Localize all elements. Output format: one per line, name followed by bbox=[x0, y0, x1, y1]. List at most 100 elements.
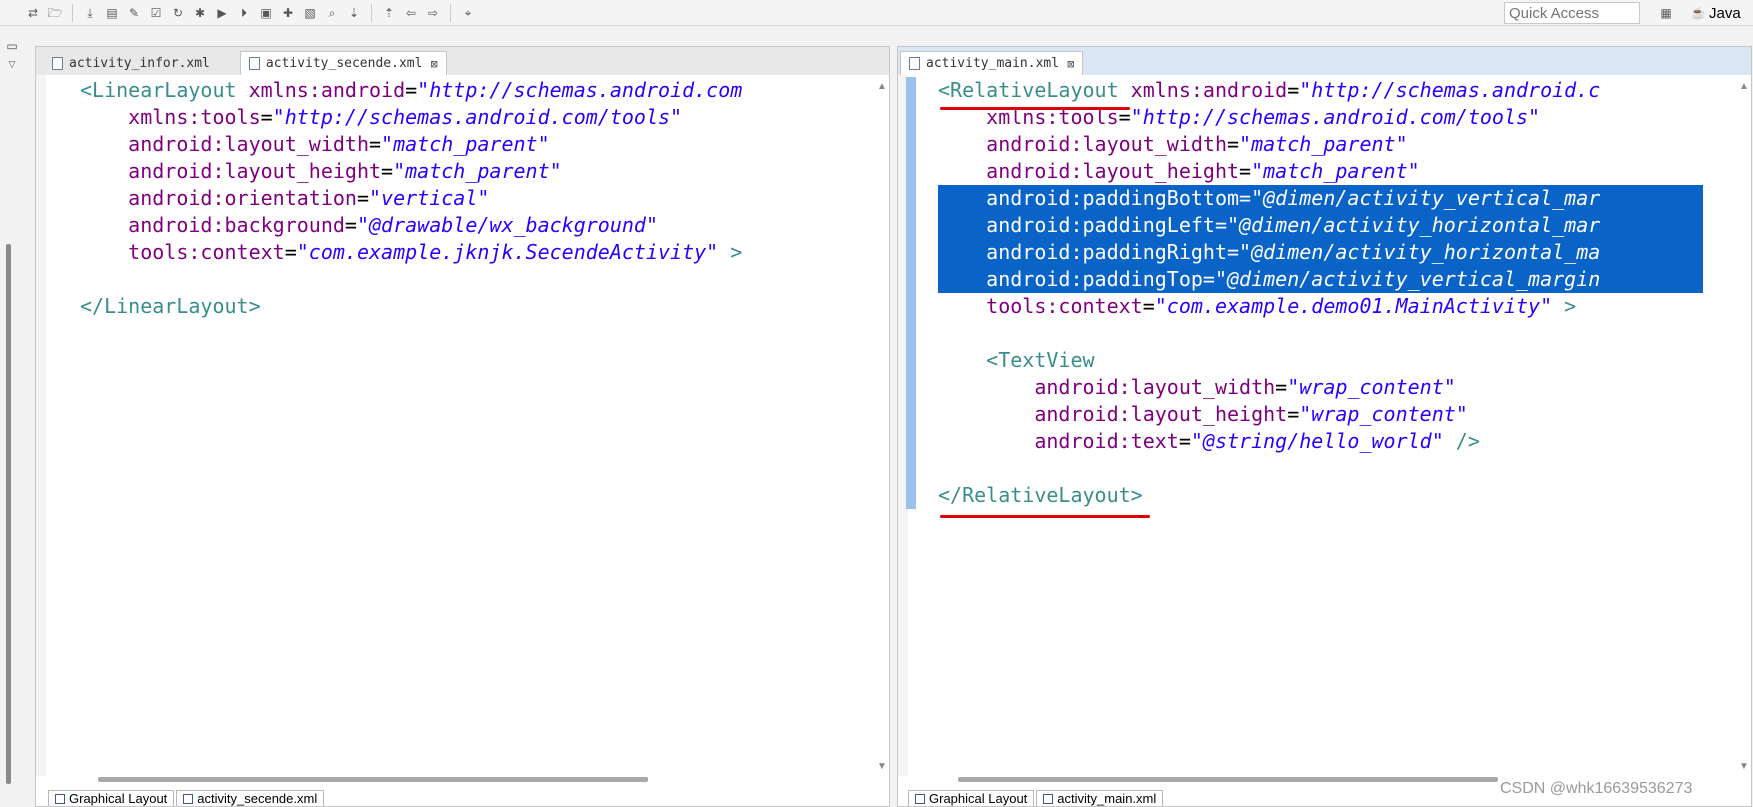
next-annotation-icon[interactable]: ⇣ bbox=[346, 5, 362, 21]
code-line[interactable] bbox=[80, 266, 850, 293]
left-horizontal-scrollbar[interactable] bbox=[46, 774, 869, 784]
code-line[interactable]: android:background="@drawable/wx_backgro… bbox=[80, 212, 850, 239]
code-line[interactable]: android:paddingTop="@dimen/activity_vert… bbox=[938, 266, 1703, 293]
forward-icon[interactable]: ⇨ bbox=[425, 5, 441, 21]
xml-file-icon bbox=[248, 57, 260, 70]
open-icon[interactable]: 🗁 bbox=[47, 5, 63, 21]
search-tool-icon[interactable]: ⌕ bbox=[324, 5, 340, 21]
code-line[interactable] bbox=[938, 320, 1703, 347]
code-line[interactable]: android:text="@string/hello_world" /> bbox=[938, 428, 1703, 455]
back-icon[interactable]: ⇦ bbox=[403, 5, 419, 21]
code-token-eq: = bbox=[284, 240, 297, 264]
code-token-val: "http://schemas.android.com bbox=[417, 78, 743, 102]
code-token-attr: xmlns:android bbox=[248, 78, 406, 102]
run-ext-icon[interactable]: ⏵ bbox=[236, 5, 252, 21]
code-token-val: "@dimen/activity_horizontal_ma bbox=[1239, 240, 1601, 264]
scroll-thumb[interactable] bbox=[958, 777, 1498, 782]
code-token-tag: > bbox=[718, 240, 743, 264]
scroll-thumb[interactable] bbox=[98, 777, 648, 782]
tab-activity-main[interactable]: activity_main.xml ⊠ bbox=[900, 51, 1084, 75]
layout-icon bbox=[915, 793, 925, 804]
toggle-icon[interactable]: ⇄ bbox=[25, 5, 41, 21]
code-token-tag: <RelativeLayout bbox=[938, 78, 1131, 102]
code-line[interactable] bbox=[938, 455, 1703, 482]
code-line[interactable]: </LinearLayout> bbox=[80, 293, 850, 320]
code-line[interactable]: tools:context="com.example.jknjk.Secende… bbox=[80, 239, 850, 266]
xml-source-tab[interactable]: activity_secende.xml bbox=[176, 790, 325, 806]
xml-file-icon bbox=[52, 56, 63, 70]
code-line[interactable]: <LinearLayout xmlns:android="http://sche… bbox=[80, 77, 850, 104]
code-token-eq: = bbox=[344, 213, 357, 237]
xml-source-tab[interactable]: activity_main.xml bbox=[1036, 790, 1164, 806]
minimize-icon[interactable]: ▭ bbox=[4, 38, 20, 54]
refresh-icon[interactable]: ↻ bbox=[170, 5, 186, 21]
code-token-tag: </LinearLayout> bbox=[80, 294, 261, 318]
code-line[interactable]: android:layout_height="match_parent" bbox=[938, 158, 1703, 185]
code-line[interactable]: tools:context="com.example.demo01.MainAc… bbox=[938, 293, 1703, 320]
run-icon[interactable]: ▶ bbox=[214, 5, 230, 21]
right-bottom-tabs: Graphical Layout activity_main.xml bbox=[908, 790, 1165, 806]
java-perspective-label: Java bbox=[1709, 4, 1741, 22]
code-line[interactable]: android:paddingRight="@dimen/activity_ho… bbox=[938, 239, 1703, 266]
new-icon[interactable]: ✚ bbox=[280, 5, 296, 21]
code-token-eq: = bbox=[1287, 78, 1300, 102]
graphical-layout-tab[interactable]: Graphical Layout bbox=[908, 790, 1035, 806]
scroll-down-icon[interactable]: ▼ bbox=[877, 761, 887, 772]
left-code-area[interactable]: <LinearLayout xmlns:android="http://sche… bbox=[80, 77, 850, 767]
view-menu-icon[interactable]: ▽ bbox=[4, 56, 20, 72]
tab-activity-secende[interactable]: activity_secende.xml ⊠ bbox=[239, 51, 447, 75]
left-vertical-scrollbar[interactable]: ▲ ▼ bbox=[875, 79, 889, 774]
code-line[interactable]: <RelativeLayout xmlns:android="http://sc… bbox=[938, 77, 1703, 104]
code-line[interactable]: </RelativeLayout> bbox=[938, 482, 1703, 509]
code-token-eq: = bbox=[1142, 294, 1155, 318]
pin-icon[interactable]: ⌖ bbox=[460, 5, 476, 21]
close-icon[interactable]: ⊠ bbox=[430, 57, 437, 71]
code-token-attr: android:layout_width bbox=[128, 132, 369, 156]
trim-scrollbar[interactable] bbox=[6, 244, 11, 784]
scroll-down-icon[interactable]: ▼ bbox=[1739, 761, 1749, 772]
right-code-area[interactable]: <RelativeLayout xmlns:android="http://sc… bbox=[938, 77, 1703, 767]
code-line[interactable]: android:paddingLeft="@dimen/activity_hor… bbox=[938, 212, 1703, 239]
close-icon[interactable]: ⊠ bbox=[1067, 57, 1074, 71]
code-token-attr: xmlns:android bbox=[1130, 78, 1288, 102]
scroll-up-icon[interactable]: ▲ bbox=[877, 81, 887, 92]
code-line[interactable]: android:paddingBottom="@dimen/activity_v… bbox=[938, 185, 1703, 212]
annotation-underline-close bbox=[940, 515, 1150, 518]
package-icon[interactable]: ▣ bbox=[258, 5, 274, 21]
code-token-val: "@string/hello_world" bbox=[1190, 429, 1444, 453]
java-perspective-button[interactable]: ☕ Java bbox=[1687, 2, 1741, 24]
code-line[interactable]: android:layout_height="wrap_content" bbox=[938, 401, 1703, 428]
code-token-attr: android:text bbox=[1034, 429, 1179, 453]
left-bottom-tabs: Graphical Layout activity_secende.xml bbox=[48, 790, 326, 806]
code-token-eq: = bbox=[1227, 240, 1240, 264]
open-perspective-icon[interactable]: ▦ bbox=[1658, 5, 1674, 21]
prev-annotation-icon[interactable]: ⇡ bbox=[381, 5, 397, 21]
code-token-val: "@dimen/activity_horizontal_mar bbox=[1227, 213, 1601, 237]
tab-activity-infor[interactable]: activity_infor.xml bbox=[44, 51, 218, 75]
wrench-icon[interactable]: ✎ bbox=[126, 5, 142, 21]
quick-access-input[interactable] bbox=[1504, 2, 1640, 24]
sdk-icon[interactable]: ▤ bbox=[104, 5, 120, 21]
code-line[interactable]: android:layout_width="match_parent" bbox=[80, 131, 850, 158]
code-line[interactable]: android:orientation="vertical" bbox=[80, 185, 850, 212]
code-line[interactable]: xmlns:tools="http://schemas.android.com/… bbox=[80, 104, 850, 131]
scroll-up-icon[interactable]: ▲ bbox=[1739, 81, 1749, 92]
code-line[interactable]: android:layout_width="wrap_content" bbox=[938, 374, 1703, 401]
download-icon[interactable]: ⤓ bbox=[82, 5, 98, 21]
code-token-attr: android:layout_height bbox=[128, 159, 382, 183]
code-line[interactable]: android:layout_height="match_parent" bbox=[80, 158, 850, 185]
graphical-layout-tab[interactable]: Graphical Layout bbox=[48, 790, 175, 806]
checkbox-icon[interactable]: ☑ bbox=[148, 5, 164, 21]
folder-icon[interactable]: ▧ bbox=[302, 5, 318, 21]
right-vertical-scrollbar[interactable]: ▲ ▼ bbox=[1737, 79, 1751, 774]
code-line[interactable]: android:layout_width="match_parent" bbox=[938, 131, 1703, 158]
code-line[interactable]: <TextView bbox=[938, 347, 1703, 374]
debug-icon[interactable]: ✱ bbox=[192, 5, 208, 21]
annotation-underline-open bbox=[940, 107, 1130, 110]
